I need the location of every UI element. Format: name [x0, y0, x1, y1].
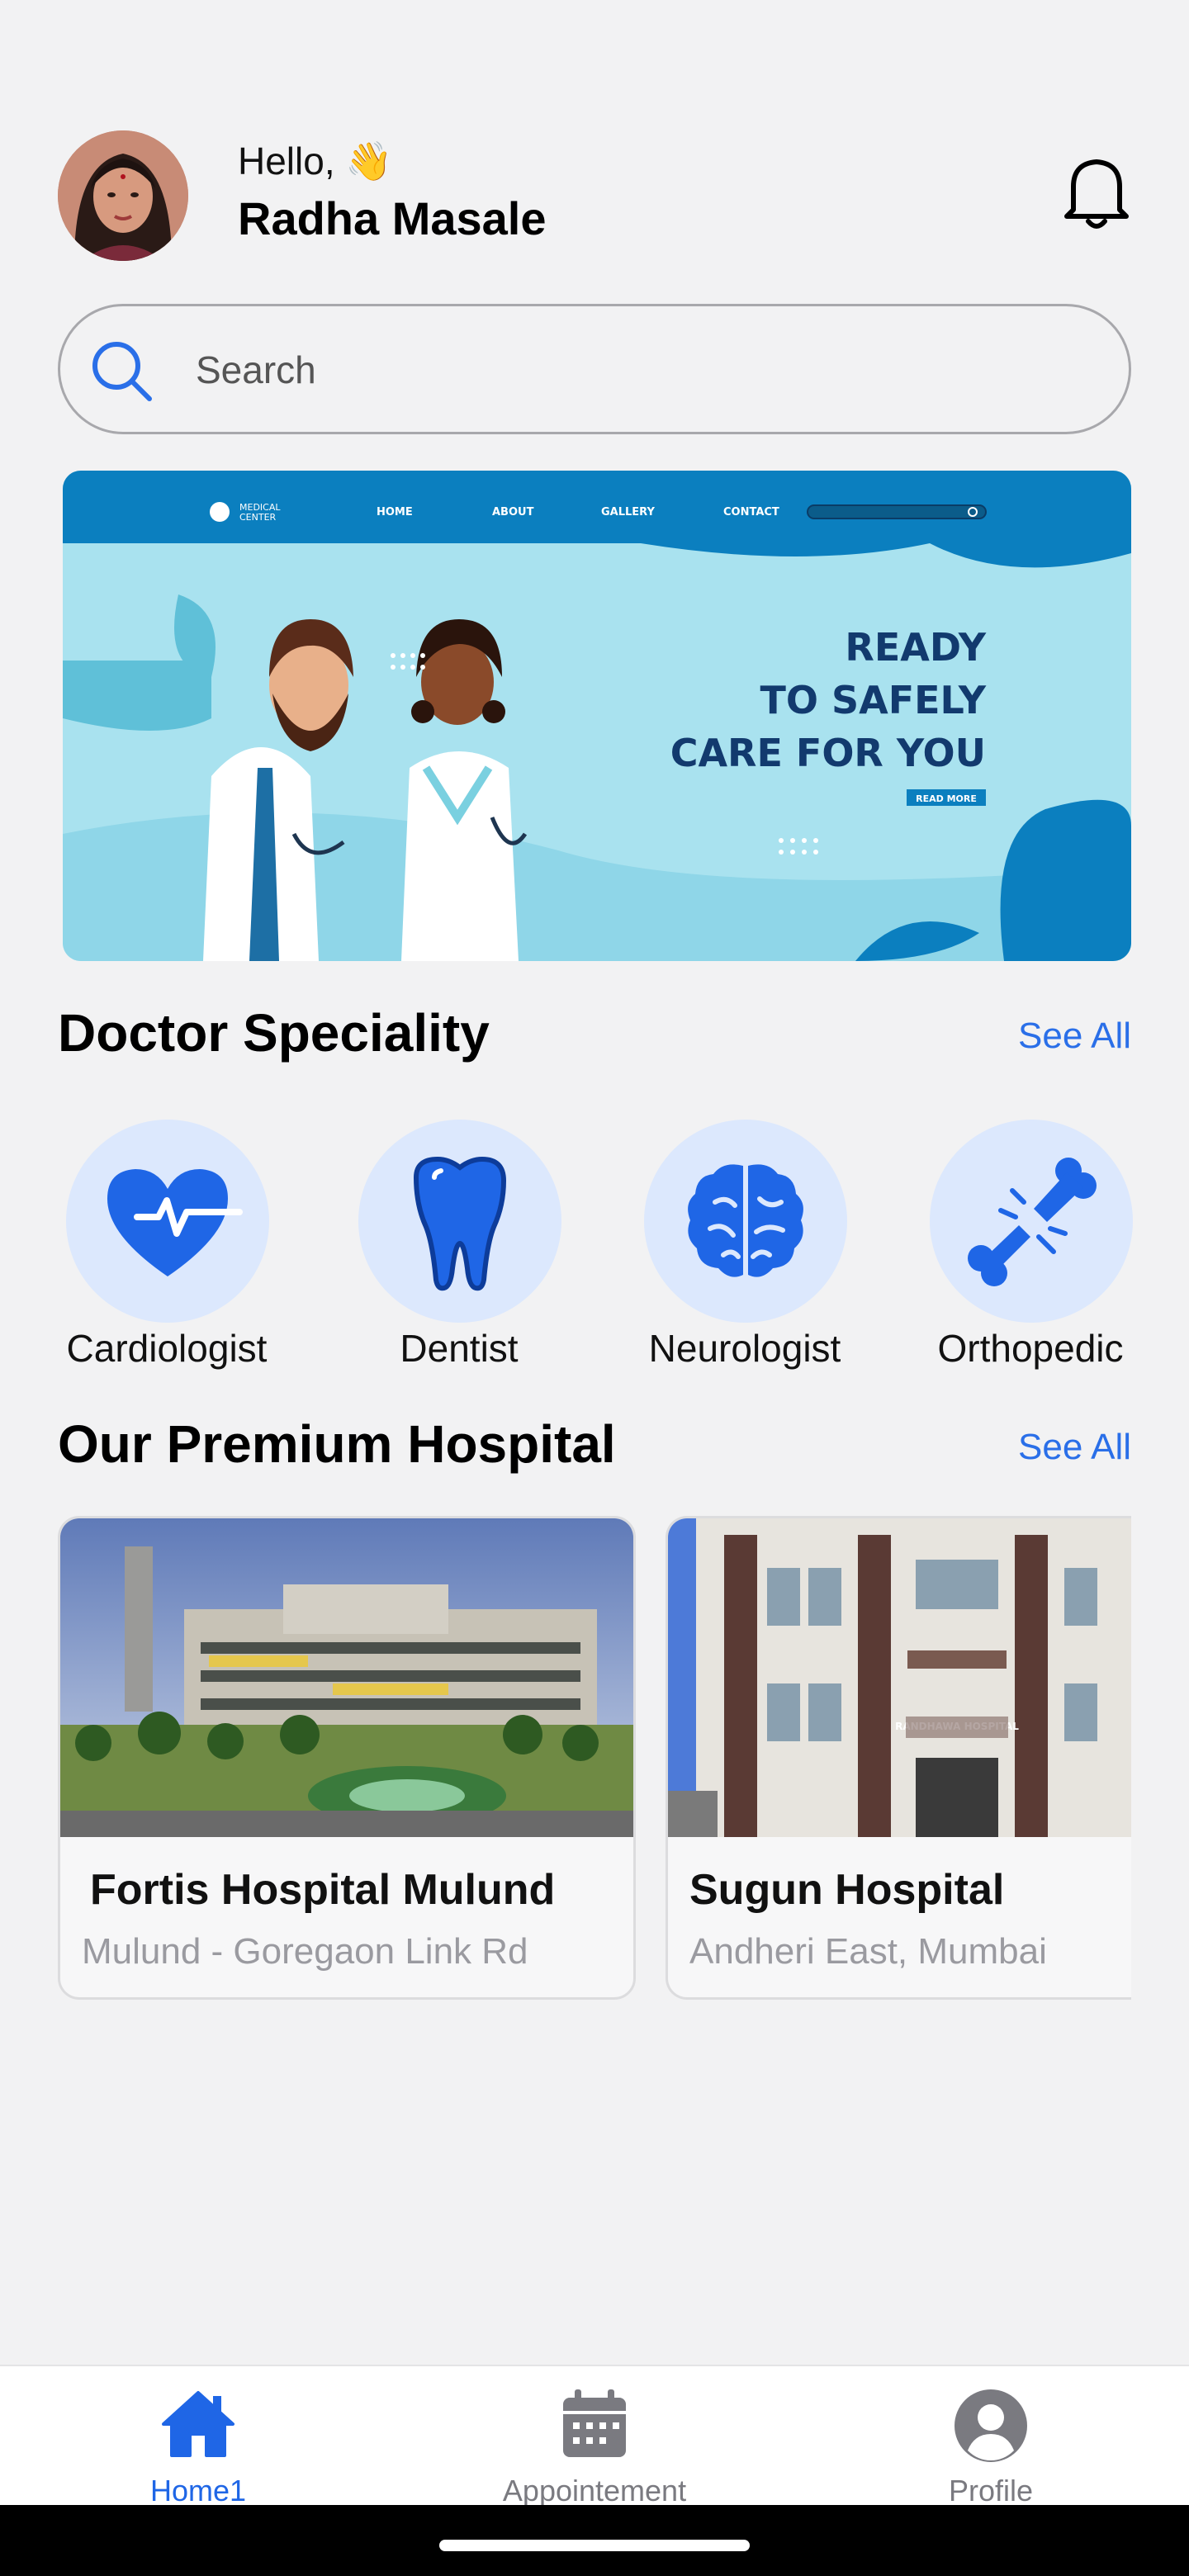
- hospital-see-all-link[interactable]: See All: [1018, 1427, 1131, 1468]
- speciality-see-all-link[interactable]: See All: [1018, 1016, 1131, 1057]
- speciality-item-dentist[interactable]: Dentist: [327, 1120, 591, 1384]
- notification-bell-icon[interactable]: [1062, 152, 1131, 231]
- brain-icon: [644, 1120, 847, 1323]
- banner-nav-home: HOME: [377, 506, 413, 519]
- promo-banner[interactable]: MEDICAL CENTER HOME ABOUT GALLERY CONTAC…: [63, 471, 1131, 961]
- banner-headline-3: CARE FOR YOU: [670, 731, 986, 775]
- speciality-label: Cardiologist: [66, 1327, 268, 1370]
- speciality-label: Neurologist: [648, 1327, 841, 1370]
- banner-nav-gallery: GALLERY: [601, 506, 655, 519]
- svg-text:CENTER: CENTER: [239, 512, 277, 523]
- nav-label-appointment: Appointement: [502, 2474, 687, 2507]
- system-navigation-bar: [0, 2505, 1189, 2576]
- hospital-photo: [60, 1518, 633, 1837]
- bottom-navigation: Home1 Appointement Profile: [0, 2365, 1189, 2507]
- search-placeholder: Search: [196, 348, 316, 391]
- hospital-address: Mulund - Goregaon Link Rd: [82, 1931, 528, 1972]
- banner-read-more-label: READ MORE: [916, 793, 977, 804]
- banner-headline-1: READY: [845, 625, 986, 670]
- home-header: Hello, 👋 Radha Masale: [58, 130, 1131, 263]
- nav-label-profile: Profile: [948, 2474, 1034, 2507]
- user-name: Radha Masale: [238, 192, 547, 244]
- nav-tab-appointment[interactable]: Appointement: [462, 2366, 727, 2507]
- home-icon: [157, 2381, 239, 2464]
- nav-label-home: Home1: [149, 2474, 247, 2507]
- speciality-item-orthopedic[interactable]: Orthopedic: [898, 1120, 1163, 1384]
- broken-bone-icon: [930, 1120, 1133, 1323]
- hospital-section-title: Our Premium Hospital: [58, 1414, 616, 1474]
- heart-pulse-icon: [66, 1120, 269, 1323]
- search-icon: [88, 338, 154, 404]
- speciality-item-cardiologist[interactable]: Cardiologist: [35, 1120, 299, 1384]
- speciality-item-neurologist[interactable]: Neurologist: [613, 1120, 877, 1384]
- user-avatar[interactable]: [58, 130, 188, 261]
- calendar-icon: [553, 2381, 636, 2464]
- banner-nav-about: ABOUT: [492, 506, 534, 519]
- hospital-photo: RANDHAWA HOSPITAL: [668, 1518, 1131, 1837]
- nav-tab-home[interactable]: Home1: [66, 2366, 330, 2507]
- greeting-text: Hello, 👋: [238, 140, 393, 182]
- nav-tab-profile[interactable]: Profile: [859, 2366, 1123, 2507]
- hospital-name: Fortis Hospital Mulund: [90, 1866, 556, 1914]
- hospital-card-sugun[interactable]: RANDHAWA HOSPITAL Sugun Hospital Andheri…: [666, 1516, 1131, 2000]
- tooth-icon: [358, 1120, 561, 1323]
- speciality-section-title: Doctor Speciality: [58, 1003, 490, 1063]
- profile-icon: [950, 2381, 1032, 2464]
- hospital-card-fortis[interactable]: Fortis Hospital Mulund Mulund - Goregaon…: [58, 1516, 636, 2000]
- home-gesture-handle[interactable]: [439, 2540, 750, 2551]
- speciality-label: Dentist: [400, 1327, 519, 1370]
- hospital-address: Andheri East, Mumbai: [689, 1931, 1047, 1972]
- banner-nav-contact: CONTACT: [723, 506, 779, 519]
- banner-headline-2: TO SAFELY: [760, 678, 986, 722]
- search-input[interactable]: Search: [58, 304, 1131, 434]
- speciality-label: Orthopedic: [937, 1327, 1124, 1370]
- hospital-name: Sugun Hospital: [689, 1866, 1005, 1914]
